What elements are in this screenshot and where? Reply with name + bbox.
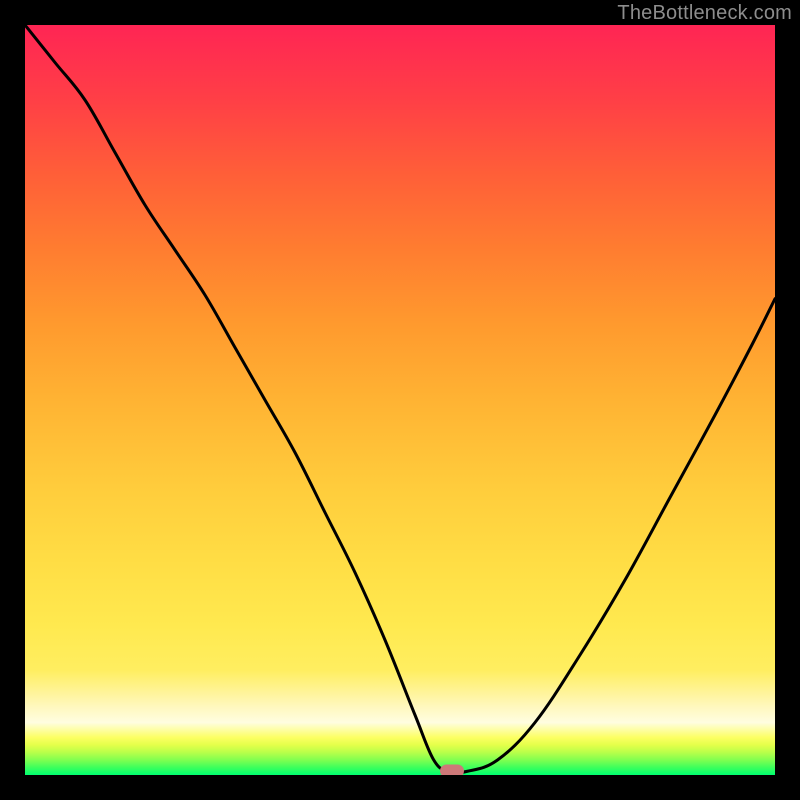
watermark-text: TheBottleneck.com — [617, 2, 792, 25]
chart-frame: TheBottleneck.com — [0, 0, 800, 800]
minimum-marker — [440, 765, 464, 775]
plot-area — [25, 25, 775, 775]
bottleneck-curve — [25, 25, 775, 773]
curve-svg — [25, 25, 775, 775]
